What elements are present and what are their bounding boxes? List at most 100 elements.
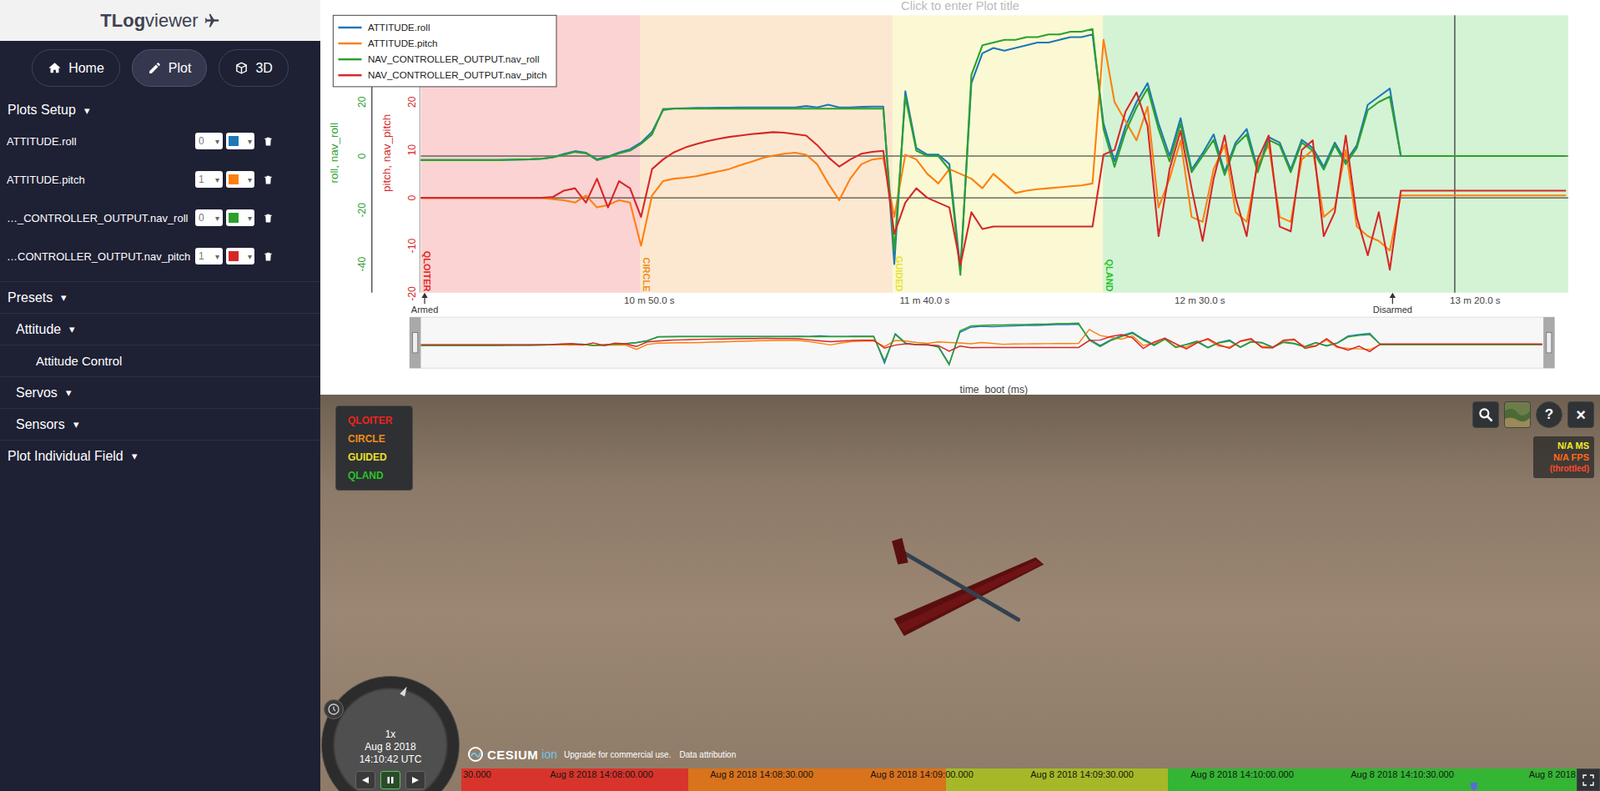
series-line[interactable] (420, 29, 1566, 276)
plot-chart[interactable]: Click to enter Plot titleQLOITERCIRCLEGU… (320, 0, 1600, 395)
mode-band (639, 15, 893, 292)
nav-button[interactable]: Plot (131, 49, 208, 87)
arrow-up-icon (421, 292, 428, 298)
clock-button[interactable] (323, 699, 344, 720)
axis-select[interactable]: 0▾ (195, 209, 223, 227)
cursor-line (1454, 15, 1455, 292)
trash-icon[interactable] (262, 251, 274, 262)
color-select[interactable]: ▾ (226, 209, 255, 227)
y-tick-label: -20 (406, 286, 418, 302)
axis-select[interactable]: 1▾ (195, 247, 223, 265)
play-reverse-button[interactable] (355, 770, 376, 790)
preset-item[interactable]: Attitude Control (0, 344, 321, 377)
mode-legend: QLOITERCIRCLEGUIDEDQLAND (335, 405, 413, 491)
timeline-label: Aug 8 2018 14:10:30.000 (1322, 769, 1483, 780)
zero-line (420, 197, 1568, 199)
y-tick-label: 0 (356, 152, 368, 159)
x-tick-label: 13 m 20.0 s (1449, 294, 1501, 306)
performance-stats: N/A MSN/A FPS(throttled) (1533, 436, 1595, 478)
attribution-link[interactable]: Data attribution (679, 749, 736, 760)
chart-title[interactable]: Click to enter Plot title (900, 0, 1020, 13)
y-axis-title: roll, nav_roll (327, 122, 341, 183)
pause-button[interactable] (380, 770, 401, 790)
mode-label: QLAND (1104, 258, 1115, 292)
app-title: TLogviewer (0, 0, 321, 41)
range-handle[interactable] (1543, 316, 1555, 368)
svg-text:NAV_CONTROLLER_OUTPUT.nav_pitc: NAV_CONTROLLER_OUTPUT.nav_pitch (367, 69, 548, 81)
time-marker-icon[interactable] (1469, 782, 1479, 791)
y-axis-title: pitch, nav_pitch (380, 114, 393, 192)
nav-button[interactable]: Home (31, 49, 121, 87)
legend[interactable]: ATTITUDE.roll ATTITUDE.pitch NAV_CONTROLLE… (332, 15, 557, 87)
mode-legend-item: CIRCLE (347, 429, 413, 448)
y-tick-label: -20 (356, 202, 368, 218)
cesium-credit: CESIUMionUpgrade for commercial use.Data… (467, 745, 741, 763)
help-button[interactable]: ? (1535, 401, 1563, 428)
field-label: ATTITUDE.roll (6, 135, 192, 148)
y-tick-label: -40 (356, 256, 368, 272)
timeline[interactable]: 30.000Aug 8 2018 14:08:00.000Aug 8 2018 … (461, 768, 1577, 791)
y-tick-label: 20 (406, 95, 418, 108)
color-select[interactable]: ▾ (226, 132, 255, 150)
search-button[interactable] (1472, 401, 1500, 428)
fullscreen-icon (1581, 773, 1595, 787)
timeline-label: 30.000 (461, 769, 522, 780)
mode-legend-item: QLOITER (347, 411, 413, 430)
presets-toggle[interactable]: Presets▾ (0, 281, 321, 313)
arrow-up-icon (1389, 292, 1396, 298)
color-select[interactable]: ▾ (226, 247, 255, 265)
preset-group[interactable]: Servos▾ (0, 376, 321, 408)
mode-band (1102, 15, 1569, 292)
legend-item[interactable]: NAV_CONTROLLER_OUTPUT.nav_pitch (337, 69, 547, 81)
base-layer-button[interactable] (1504, 401, 1531, 428)
range-handle[interactable] (409, 316, 421, 368)
upgrade-link[interactable]: Upgrade for commercial use. (563, 749, 671, 760)
scene-toolbar: ?× (1472, 401, 1595, 428)
plot-individual-toggle[interactable]: Plot Individual Field▾ (0, 439, 321, 472)
series-line[interactable] (420, 40, 1566, 252)
nav-button[interactable]: 3D (218, 49, 288, 87)
y-tick-label: 20 (356, 95, 368, 108)
timeline-label: Aug 8 2018 14:1 (1482, 769, 1577, 780)
color-select[interactable]: ▾ (226, 171, 255, 188)
mode-label: QLOITER (422, 251, 433, 292)
preset-group[interactable]: Attitude▾ (0, 312, 321, 345)
color-swatch (228, 135, 239, 146)
reverse-icon (361, 775, 370, 785)
x-tick-label: 12 m 30.0 s (1174, 294, 1226, 306)
app-root: TLogviewer Home Plot 3D Plots Setup▾ ATTITUDE… (0, 0, 1600, 791)
y-tick-label: 0 (406, 195, 418, 202)
legend-item[interactable]: ATTITUDE.pitch (337, 37, 438, 49)
legend-item[interactable]: NAV_CONTROLLER_OUTPUT.nav_roll (337, 53, 539, 65)
legend-item[interactable]: ATTITUDE.roll (337, 21, 430, 33)
mode-legend-item: QLAND (347, 466, 413, 485)
cesium-logo-icon (467, 745, 484, 763)
y-tick-label: 10 (406, 144, 418, 156)
svg-text:NAV_CONTROLLER_OUTPUT.nav_roll: NAV_CONTROLLER_OUTPUT.nav_roll (367, 53, 540, 65)
animation-clock[interactable]: 1xAug 8 201814:10:42 UTC (321, 675, 460, 791)
axis-select[interactable]: 0▾ (195, 132, 223, 150)
timeline-row: 30.000Aug 8 2018 14:08:00.000Aug 8 2018 … (320, 768, 1600, 791)
close-button[interactable]: × (1567, 401, 1595, 428)
event-marker: Disarmed (1373, 292, 1413, 315)
shuttle-marker-icon[interactable] (397, 683, 411, 698)
trash-icon[interactable] (262, 135, 274, 147)
axis-select[interactable]: 1▾ (195, 171, 223, 188)
scene-3d[interactable]: QLOITERCIRCLEGUIDEDQLAND?×N/A MSN/A FPS(… (320, 394, 1600, 791)
x-axis-title: time_boot (ms) (960, 383, 1028, 395)
fullscreen-button[interactable] (1576, 768, 1600, 791)
main-nav: Home Plot 3D (0, 40, 321, 99)
field-label: ATTITUDE.pitch (6, 173, 192, 187)
series-line[interactable] (420, 92, 1566, 271)
plot-field-row: …CONTROLLER_OUTPUT.nav_pitch1▾▾ (0, 236, 321, 276)
range-slider[interactable] (409, 316, 1555, 368)
plot-field-row: …_CONTROLLER_OUTPUT.nav_roll0▾▾ (0, 198, 321, 237)
play-button[interactable] (405, 770, 426, 790)
trash-icon[interactable] (262, 174, 274, 186)
series-line[interactable] (420, 34, 1566, 270)
plot-field-row: ATTITUDE.pitch1▾▾ (0, 160, 321, 199)
plots-setup-toggle[interactable]: Plots Setup▾ (0, 98, 321, 122)
color-swatch (228, 212, 239, 223)
preset-group[interactable]: Sensors▾ (0, 407, 321, 440)
trash-icon[interactable] (262, 212, 274, 224)
